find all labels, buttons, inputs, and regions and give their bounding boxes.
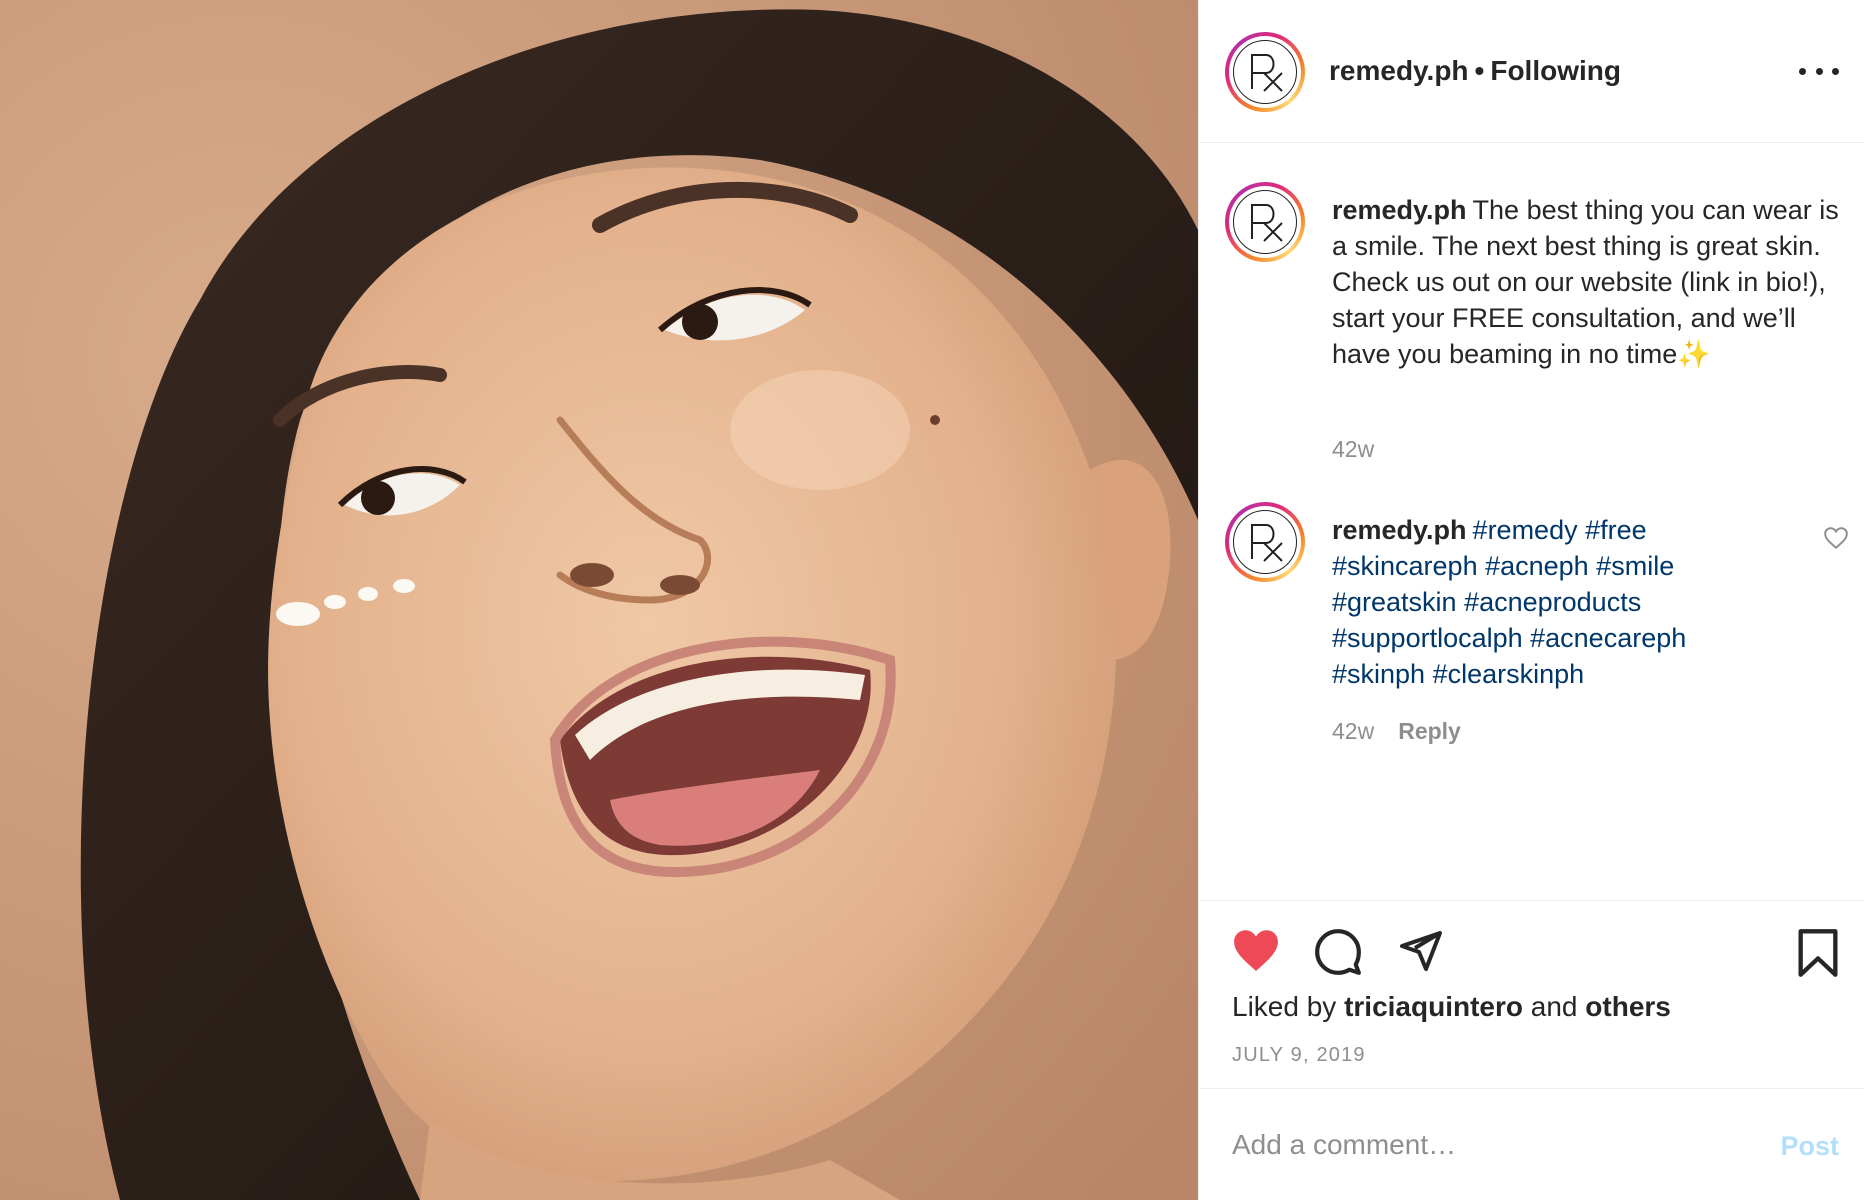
comment-time[interactable]: 42w [1332,718,1374,744]
woman-laughing-photo [0,0,1198,1200]
paper-plane-icon[interactable] [1395,927,1445,975]
liked-and: and [1530,991,1578,1022]
caption: remedy.ph The best thing you can wear is … [1199,182,1864,462]
comment: remedy.ph #remedy #free #skincareph #acne… [1199,502,1864,762]
comment-input[interactable] [1232,1121,1732,1169]
liked-others[interactable]: others [1585,991,1671,1022]
liked-user[interactable]: triciaquintero [1344,991,1523,1022]
post-button[interactable]: Post [1780,1131,1839,1162]
remedy-logo-icon [1233,190,1297,254]
post-actions: Liked by triciaquintero and others JULY … [1199,900,1864,1088]
comment-meta: 42w Reply [1332,718,1461,745]
header-username[interactable]: remedy.ph [1329,55,1469,86]
likes-summary: Liked by triciaquintero and others [1232,991,1671,1023]
more-options-icon[interactable] [1799,56,1839,86]
bookmark-icon[interactable] [1795,927,1841,979]
caption-username[interactable]: remedy.ph [1332,195,1467,225]
remedy-logo-icon [1233,510,1297,574]
heart-outline-icon[interactable] [1823,526,1849,550]
avatar[interactable] [1225,502,1305,582]
post-photo[interactable] [0,0,1198,1200]
post-side-panel: remedy.ph • Following remedy.ph The best th… [1198,0,1864,1200]
add-comment-bar: Post [1199,1088,1864,1200]
reply-button[interactable]: Reply [1398,718,1461,744]
caption-text-block: remedy.ph The best thing you can wear is … [1332,192,1842,372]
liked-prefix: Liked by [1232,991,1337,1022]
post-date[interactable]: JULY 9, 2019 [1232,1044,1366,1067]
remedy-logo-icon [1233,40,1297,104]
caption-time[interactable]: 42w [1332,436,1374,463]
follow-status[interactable]: Following [1490,55,1621,86]
separator-dot: • [1474,55,1485,86]
comment-icon[interactable] [1313,927,1363,977]
avatar[interactable] [1225,32,1305,112]
comment-username[interactable]: remedy.ph [1332,515,1467,545]
avatar[interactable] [1225,182,1305,262]
heart-filled-icon[interactable] [1231,927,1281,973]
header-user: remedy.ph • Following [1329,55,1621,87]
post-header: remedy.ph • Following [1199,0,1864,143]
comment-text-block: remedy.ph #remedy #free #skincareph #acne… [1332,512,1772,692]
